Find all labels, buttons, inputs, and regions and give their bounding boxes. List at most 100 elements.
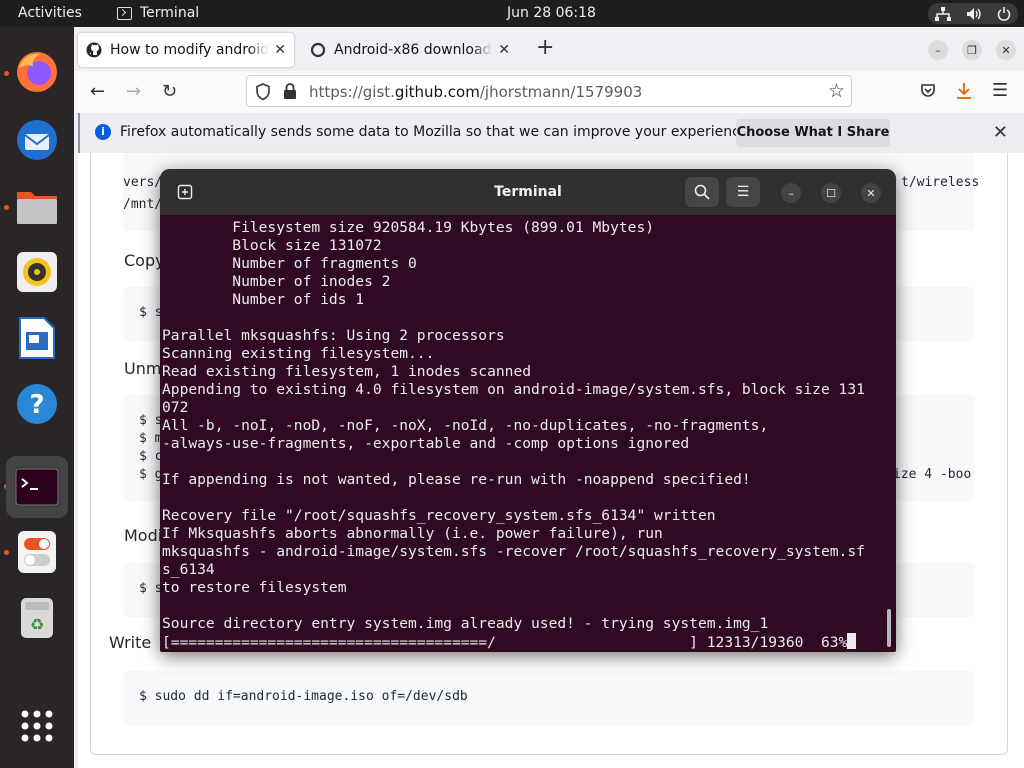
terminal-line: All -b, -noI, -noD, -noF, -noX, -noId, -… bbox=[162, 417, 769, 434]
terminal-icon bbox=[117, 6, 132, 20]
notification-close-icon[interactable]: ✕ bbox=[993, 122, 1008, 143]
tab-title: Android-x86 download la bbox=[334, 42, 493, 58]
apps-grid-icon[interactable] bbox=[10, 699, 64, 753]
lock-icon bbox=[284, 83, 296, 99]
terminal-line: s_6134 bbox=[162, 561, 215, 578]
terminal-line: mksquashfs - android-image/system.sfs -r… bbox=[162, 543, 865, 560]
terminal-icon[interactable] bbox=[6, 456, 68, 518]
code-line: $ s bbox=[139, 413, 163, 428]
code-line: $ g bbox=[139, 467, 163, 482]
terminal-line: If Mksquashfs aborts abnormally (i.e. po… bbox=[162, 525, 663, 542]
menu-icon[interactable]: ☰ bbox=[992, 80, 1008, 101]
info-icon: i bbox=[95, 124, 111, 140]
terminal-line: Filesystem size 920584.19 Kbytes (899.01… bbox=[162, 219, 655, 236]
dock: ? ♻ bbox=[0, 27, 74, 768]
terminal-line: Number of fragments 0 bbox=[162, 255, 417, 272]
minimize-button[interactable]: – bbox=[928, 40, 948, 60]
running-indicator bbox=[4, 71, 9, 76]
terminal-line: Source directory entry system.img alread… bbox=[162, 615, 769, 632]
terminal-line: Recovery file "/root/squashfs_recovery_s… bbox=[162, 507, 716, 524]
section-heading: Write bbox=[109, 633, 152, 652]
restore-button[interactable]: ❐ bbox=[962, 40, 982, 60]
thunderbird-icon[interactable] bbox=[10, 113, 64, 167]
pocket-icon[interactable] bbox=[920, 83, 936, 99]
url-bar[interactable]: https://gist.github.com/jhorstmann/15799… bbox=[246, 75, 852, 107]
text-cursor bbox=[847, 633, 857, 649]
minimize-button[interactable]: – bbox=[781, 183, 801, 203]
terminal-header[interactable]: Terminal ☰ – ☐ ✕ bbox=[160, 169, 896, 215]
code-fragment: t/wireless bbox=[901, 175, 980, 190]
menu-icon[interactable]: ☰ bbox=[726, 177, 760, 207]
nav-bar: ← → ↻ https://gist.github.com/jhorstmann… bbox=[74, 71, 1024, 113]
terminal-output[interactable]: Filesystem size 920584.19 Kbytes (899.01… bbox=[162, 219, 884, 652]
terminal-line: Block size 131072 bbox=[162, 237, 382, 254]
forward-icon[interactable]: → bbox=[126, 81, 141, 102]
terminal-line: Number of inodes 2 bbox=[162, 273, 391, 290]
running-indicator bbox=[4, 550, 9, 555]
system-menu[interactable] bbox=[928, 3, 1018, 24]
help-icon[interactable]: ? bbox=[10, 377, 64, 431]
trash-icon[interactable]: ♻ bbox=[10, 591, 64, 645]
svg-text:?: ? bbox=[29, 390, 44, 420]
app-menu[interactable]: Terminal bbox=[117, 5, 199, 21]
section-heading: Modi bbox=[124, 526, 163, 545]
clock[interactable]: Jun 28 06:18 bbox=[507, 5, 596, 21]
tab-title: How to modify android-x86 bbox=[110, 42, 269, 58]
choose-what-i-share-button[interactable]: Choose What I Share bbox=[736, 119, 890, 147]
tab-bar: How to modify android-x86 ✕ Android-x86 … bbox=[74, 27, 1024, 71]
tab-close-icon[interactable]: ✕ bbox=[498, 42, 510, 58]
svg-text:♻: ♻ bbox=[30, 615, 44, 634]
maximize-button[interactable]: ☐ bbox=[821, 183, 841, 203]
section-heading: Copy bbox=[124, 251, 165, 270]
code-line: $ c bbox=[139, 449, 163, 464]
terminal-line: to restore filesystem bbox=[162, 579, 347, 596]
terminal-window[interactable]: Terminal ☰ – ☐ ✕ Filesystem size 920584.… bbox=[160, 169, 896, 652]
network-icon bbox=[935, 6, 952, 21]
new-tab-button[interactable]: + bbox=[536, 35, 554, 60]
code-fragment: /mnt/ bbox=[123, 197, 163, 212]
notification-message: Firefox automatically sends some data to… bbox=[120, 124, 753, 140]
code-fragment: ize 4 -boo bbox=[893, 467, 972, 482]
tab-close-icon[interactable]: ✕ bbox=[274, 42, 286, 58]
search-icon[interactable] bbox=[685, 177, 719, 207]
back-icon[interactable]: ← bbox=[90, 81, 105, 102]
tab-favicon-icon bbox=[310, 42, 326, 58]
github-icon bbox=[86, 42, 102, 58]
settings-toggle-icon[interactable] bbox=[10, 525, 64, 579]
bookmark-star-icon[interactable]: ☆ bbox=[828, 80, 845, 102]
code-line: $ m bbox=[139, 431, 163, 446]
tab-gist[interactable]: How to modify android-x86 ✕ bbox=[78, 33, 294, 67]
libreoffice-writer-icon[interactable] bbox=[10, 311, 64, 365]
rhythmbox-icon[interactable] bbox=[10, 245, 64, 299]
code-block: $ sudo dd if=android-image.iso of=/dev/s… bbox=[123, 671, 975, 725]
terminal-line: Number of ids 1 bbox=[162, 291, 365, 308]
code-line: $ s bbox=[139, 305, 163, 320]
volume-icon bbox=[966, 7, 981, 20]
running-indicator bbox=[4, 205, 9, 210]
notification-bar: i Firefox automatically sends some data … bbox=[78, 113, 1024, 153]
top-bar: Activities Terminal Jun 28 06:18 bbox=[0, 0, 1024, 27]
close-button[interactable]: ✕ bbox=[861, 183, 881, 203]
shield-icon bbox=[256, 83, 270, 101]
terminal-line: Appending to existing 4.0 filesystem on … bbox=[162, 381, 865, 398]
close-button[interactable]: ✕ bbox=[996, 40, 1016, 60]
terminal-line: -always-use-fragments, -exportable and -… bbox=[162, 435, 690, 452]
activities-button[interactable]: Activities bbox=[18, 5, 82, 21]
reload-icon[interactable]: ↻ bbox=[162, 81, 177, 102]
code-fragment: vers/ bbox=[123, 175, 163, 190]
terminal-line: Parallel mksquashfs: Using 2 processors bbox=[162, 327, 505, 344]
files-icon[interactable] bbox=[10, 179, 64, 233]
scrollbar[interactable] bbox=[887, 609, 891, 647]
downloads-icon[interactable] bbox=[956, 82, 972, 100]
terminal-line: Read existing filesystem, 1 inodes scann… bbox=[162, 363, 532, 380]
progress-line: [====================================/ ]… bbox=[162, 633, 884, 652]
power-icon bbox=[997, 6, 1010, 21]
terminal-line: 072 bbox=[162, 399, 189, 416]
firefox-icon[interactable] bbox=[10, 45, 64, 99]
app-name: Terminal bbox=[140, 5, 200, 21]
code-line: $ s bbox=[139, 581, 163, 596]
tab-android-x86[interactable]: Android-x86 download la ✕ bbox=[302, 33, 518, 67]
